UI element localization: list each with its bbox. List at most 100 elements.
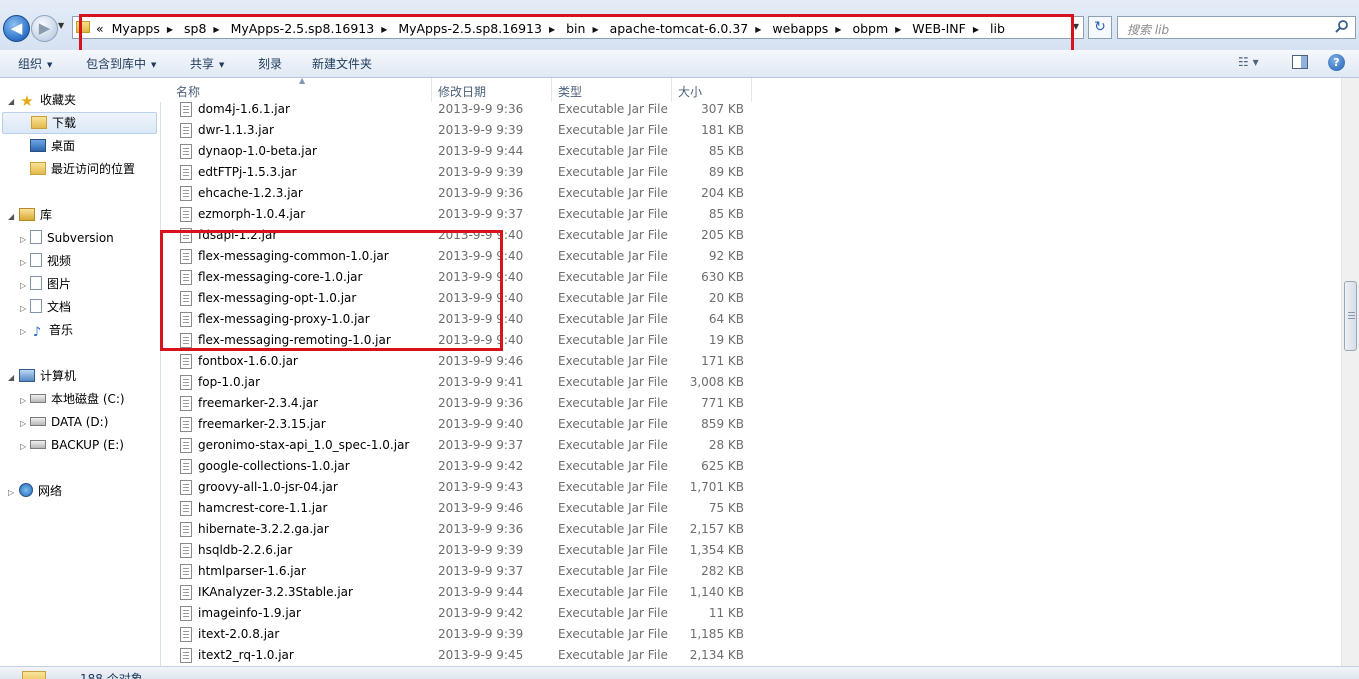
expand-arrow-icon[interactable]: ▷ [20, 235, 26, 244]
nav-item-libraries[interactable]: 库 [19, 204, 52, 226]
column-header-type[interactable]: 类型 [552, 78, 672, 102]
expand-arrow-icon[interactable]: ▷ [20, 419, 26, 428]
organize-button[interactable]: 组织 ▼ [18, 55, 52, 72]
nav-item-documents[interactable]: 文档 [30, 296, 71, 318]
collapse-arrow-icon[interactable]: ◢ [8, 97, 14, 106]
table-row[interactable]: flex-messaging-remoting-1.0.jar 2013-9-9 … [160, 330, 760, 351]
column-header-date[interactable]: 修改日期 [432, 78, 552, 102]
table-row[interactable]: ehcache-1.2.3.jar 2013-9-9 9:36 Executable… [160, 183, 760, 204]
nav-item-downloads[interactable]: 下载 [2, 112, 157, 134]
music-icon: ♪ [32, 325, 42, 340]
column-header-name[interactable]: 名称 [170, 78, 432, 102]
vertical-scrollbar[interactable] [1341, 78, 1359, 666]
nav-item-subversion[interactable]: Subversion [30, 227, 114, 249]
nav-item-network[interactable]: 网络 [19, 480, 62, 502]
recent-pages-dropdown-icon[interactable]: ▼ [58, 21, 64, 30]
address-history-dropdown-icon[interactable]: ▼ [1073, 22, 1079, 31]
nav-item-drive-e[interactable]: BACKUP (E:) [30, 434, 124, 456]
table-row[interactable]: hamcrest-core-1.1.jar 2013-9-9 9:46 Execut… [160, 498, 760, 519]
breadcrumb-item[interactable]: lib [988, 21, 1007, 36]
breadcrumb-item[interactable]: sp8 [182, 21, 208, 36]
table-row[interactable]: itext2_rq-1.0.jar 2013-9-9 9:45 Executable… [160, 645, 760, 666]
expand-arrow-icon[interactable]: ▷ [8, 488, 14, 497]
breadcrumb-item[interactable]: apache-tomcat-6.0.37 [608, 21, 751, 36]
nav-item-videos[interactable]: 视频 [30, 250, 71, 272]
table-row[interactable]: flex-messaging-opt-1.0.jar 2013-9-9 9:40 E… [160, 288, 760, 309]
table-row[interactable]: flex-messaging-common-1.0.jar 2013-9-9 9:… [160, 246, 760, 267]
expand-arrow-icon[interactable]: ▷ [20, 327, 26, 336]
breadcrumb-item[interactable]: MyApps-2.5.sp8.16913 [396, 21, 544, 36]
table-row[interactable]: htmlparser-1.6.jar 2013-9-9 9:37 Executabl… [160, 561, 760, 582]
table-row[interactable]: freemarker-2.3.15.jar 2013-9-9 9:40 Execut… [160, 414, 760, 435]
file-size: 28 KB [708, 438, 744, 452]
table-row[interactable]: dom4j-1.6.1.jar 2013-9-9 9:36 Executable J… [160, 102, 760, 120]
table-row[interactable]: fop-1.0.jar 2013-9-9 9:41 Executable Jar F… [160, 372, 760, 393]
table-row[interactable]: dynaop-1.0-beta.jar 2013-9-9 9:44 Executab… [160, 141, 760, 162]
collapse-arrow-icon[interactable]: ◢ [8, 212, 14, 221]
table-row[interactable]: flex-messaging-core-1.0.jar 2013-9-9 9:40… [160, 267, 760, 288]
breadcrumb-chevron-icon[interactable]: ▶ [587, 25, 603, 34]
burn-button[interactable]: 刻录 [258, 55, 282, 72]
nav-item-music[interactable]: ♪ 音乐 [30, 319, 73, 341]
breadcrumb-item[interactable]: MyApps-2.5.sp8.16913 [229, 21, 377, 36]
nav-item-favorites[interactable]: ★ 收藏夹 [19, 89, 76, 111]
include-in-library-button[interactable]: 包含到库中 ▼ [86, 55, 156, 72]
expand-arrow-icon[interactable]: ▷ [20, 396, 26, 405]
back-arrow-icon[interactable]: ◀ [3, 15, 30, 42]
breadcrumb-item[interactable]: bin [564, 21, 587, 36]
jar-file-icon [180, 312, 192, 327]
breadcrumb-overflow[interactable]: « [94, 21, 106, 36]
table-row[interactable]: freemarker-2.3.4.jar 2013-9-9 9:36 Executa… [160, 393, 760, 414]
table-row[interactable]: flex-messaging-proxy-1.0.jar 2013-9-9 9:4… [160, 309, 760, 330]
table-row[interactable]: geronimo-stax-api_1.0_spec-1.0.jar 2013-9… [160, 435, 760, 456]
table-row[interactable]: itext-2.0.8.jar 2013-9-9 9:39 Executable J… [160, 624, 760, 645]
new-folder-button[interactable]: 新建文件夹 [312, 55, 372, 72]
address-bar[interactable]: « Myapps ▶ sp8 ▶ MyApps-2.5.sp8.16913 ▶ MyA… [72, 16, 1084, 39]
forward-arrow-icon[interactable]: ▶ [31, 15, 58, 42]
table-row[interactable]: hibernate-3.2.2.ga.jar 2013-9-9 9:36 Execu… [160, 519, 760, 540]
nav-item-computer[interactable]: 计算机 [19, 365, 76, 387]
breadcrumb-chevron-icon[interactable]: ▶ [830, 25, 846, 34]
breadcrumb-item[interactable]: WEB-INF [910, 21, 968, 36]
nav-item-pictures[interactable]: 图片 [30, 273, 71, 295]
breadcrumb-item[interactable]: webapps [770, 21, 830, 36]
expand-arrow-icon[interactable]: ▷ [20, 304, 26, 313]
refresh-icon[interactable]: ↻ [1088, 16, 1112, 39]
help-icon[interactable]: ? [1328, 54, 1345, 71]
collapse-arrow-icon[interactable]: ◢ [8, 373, 14, 382]
expand-arrow-icon[interactable]: ▷ [20, 442, 26, 451]
video-icon [30, 253, 42, 267]
nav-item-desktop[interactable]: 桌面 [30, 135, 75, 157]
table-row[interactable]: hsqldb-2.2.6.jar 2013-9-9 9:39 Executable … [160, 540, 760, 561]
expand-arrow-icon[interactable]: ▷ [20, 281, 26, 290]
breadcrumb-chevron-icon[interactable]: ▶ [208, 25, 224, 34]
preview-pane-icon[interactable] [1292, 55, 1308, 72]
search-input[interactable]: 搜索 lib [1117, 16, 1356, 39]
share-button[interactable]: 共享 ▼ [190, 55, 224, 72]
breadcrumb-chevron-icon[interactable]: ▶ [162, 25, 178, 34]
table-row[interactable]: fontbox-1.6.0.jar 2013-9-9 9:46 Executable… [160, 351, 760, 372]
breadcrumb-chevron-icon[interactable]: ▶ [544, 25, 560, 34]
nav-item-recent[interactable]: 最近访问的位置 [30, 158, 135, 180]
breadcrumb-chevron-icon[interactable]: ▶ [968, 25, 984, 34]
breadcrumb-item[interactable]: Myapps [110, 21, 162, 36]
breadcrumb-chevron-icon[interactable]: ▶ [376, 25, 392, 34]
nav-item-drive-c[interactable]: 本地磁盘 (C:) [30, 388, 125, 410]
breadcrumb-chevron-icon[interactable]: ▶ [750, 25, 766, 34]
expand-arrow-icon[interactable]: ▷ [20, 258, 26, 267]
table-row[interactable]: IKAnalyzer-3.2.3Stable.jar 2013-9-9 9:44 E… [160, 582, 760, 603]
breadcrumb-item[interactable]: obpm [850, 21, 890, 36]
table-row[interactable]: edtFTPj-1.5.3.jar 2013-9-9 9:39 Executable… [160, 162, 760, 183]
scrollbar-thumb[interactable] [1344, 281, 1357, 351]
nav-item-drive-d[interactable]: DATA (D:) [30, 411, 108, 433]
search-icon[interactable] [1334, 19, 1350, 35]
table-row[interactable]: dwr-1.1.3.jar 2013-9-9 9:39 Executable Jar… [160, 120, 760, 141]
table-row[interactable]: groovy-all-1.0-jsr-04.jar 2013-9-9 9:43 Ex… [160, 477, 760, 498]
table-row[interactable]: imageinfo-1.9.jar 2013-9-9 9:42 Executable… [160, 603, 760, 624]
table-row[interactable]: google-collections-1.0.jar 2013-9-9 9:42 E… [160, 456, 760, 477]
breadcrumb-chevron-icon[interactable]: ▶ [890, 25, 906, 34]
view-options-icon[interactable]: ☷ ▾ [1238, 55, 1259, 69]
column-header-size[interactable]: 大小 [672, 78, 752, 102]
table-row[interactable]: fdsapi-1.2.jar 2013-9-9 9:40 Executable Ja… [160, 225, 760, 246]
table-row[interactable]: ezmorph-1.0.4.jar 2013-9-9 9:37 Executable… [160, 204, 760, 225]
